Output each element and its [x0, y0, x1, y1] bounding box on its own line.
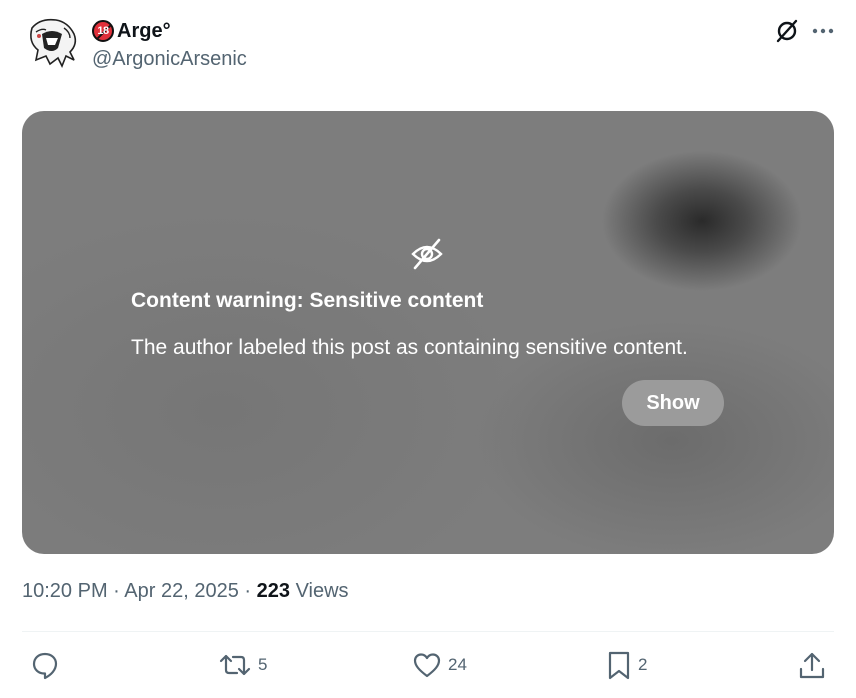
bookmark-icon — [606, 650, 632, 680]
action-bar: 5 24 2 — [0, 648, 856, 684]
divider — [22, 631, 834, 632]
heart-icon — [412, 650, 442, 680]
like-button[interactable]: 24 — [412, 648, 467, 682]
warning-title: Content warning: Sensitive content — [131, 289, 484, 312]
share-button[interactable] — [798, 648, 826, 682]
avatar[interactable] — [22, 14, 80, 72]
more-icon[interactable] — [812, 20, 834, 42]
tweet-date[interactable]: Apr 22, 2025 — [124, 580, 239, 602]
tweet-meta: 10:20 PM · Apr 22, 2025 · 223 Views — [22, 580, 349, 603]
grok-icon[interactable] — [774, 18, 800, 44]
views-label: Views — [295, 580, 349, 602]
meta-separator: · — [244, 580, 252, 602]
reply-icon — [30, 650, 60, 680]
retweet-button[interactable]: 5 — [218, 648, 267, 682]
display-name-row[interactable]: 18 Arge° — [92, 18, 247, 44]
tweet-header: 18 Arge° @ArgonicArsenic — [22, 14, 834, 76]
author-names: 18 Arge° @ArgonicArsenic — [92, 18, 247, 71]
sensitive-media[interactable]: Content warning: Sensitive content The a… — [22, 111, 834, 554]
like-count: 24 — [448, 655, 467, 674]
retweet-icon — [218, 650, 252, 680]
bookmark-count: 2 — [638, 655, 648, 674]
tweet-time[interactable]: 10:20 PM — [22, 580, 108, 602]
eye-slash-icon — [409, 237, 445, 276]
warning-description: The author labeled this post as containi… — [131, 336, 688, 359]
bookmark-button[interactable]: 2 — [606, 648, 647, 682]
meta-separator: · — [113, 580, 120, 602]
header-actions — [774, 18, 834, 44]
author-handle[interactable]: @ArgonicArsenic — [92, 48, 247, 71]
reply-button[interactable] — [30, 648, 60, 682]
views-count: 223 — [256, 580, 290, 602]
display-name[interactable]: Arge° — [117, 20, 171, 43]
share-icon — [798, 650, 826, 680]
retweet-count: 5 — [258, 655, 268, 674]
show-button[interactable]: Show — [622, 380, 724, 426]
age-restricted-badge: 18 — [92, 20, 114, 42]
